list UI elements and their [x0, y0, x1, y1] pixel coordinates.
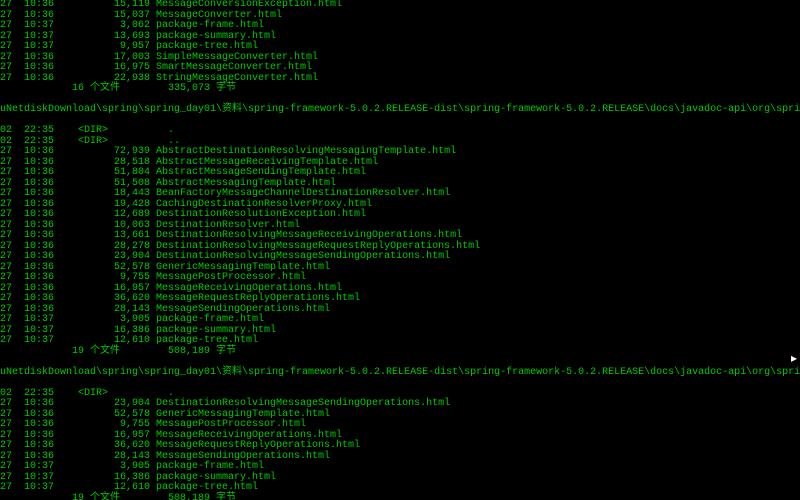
terminal-output: 27 10:36 15,119 MessageConversionExcepti…: [0, 0, 800, 500]
mouse-cursor: ▸: [791, 351, 797, 366]
